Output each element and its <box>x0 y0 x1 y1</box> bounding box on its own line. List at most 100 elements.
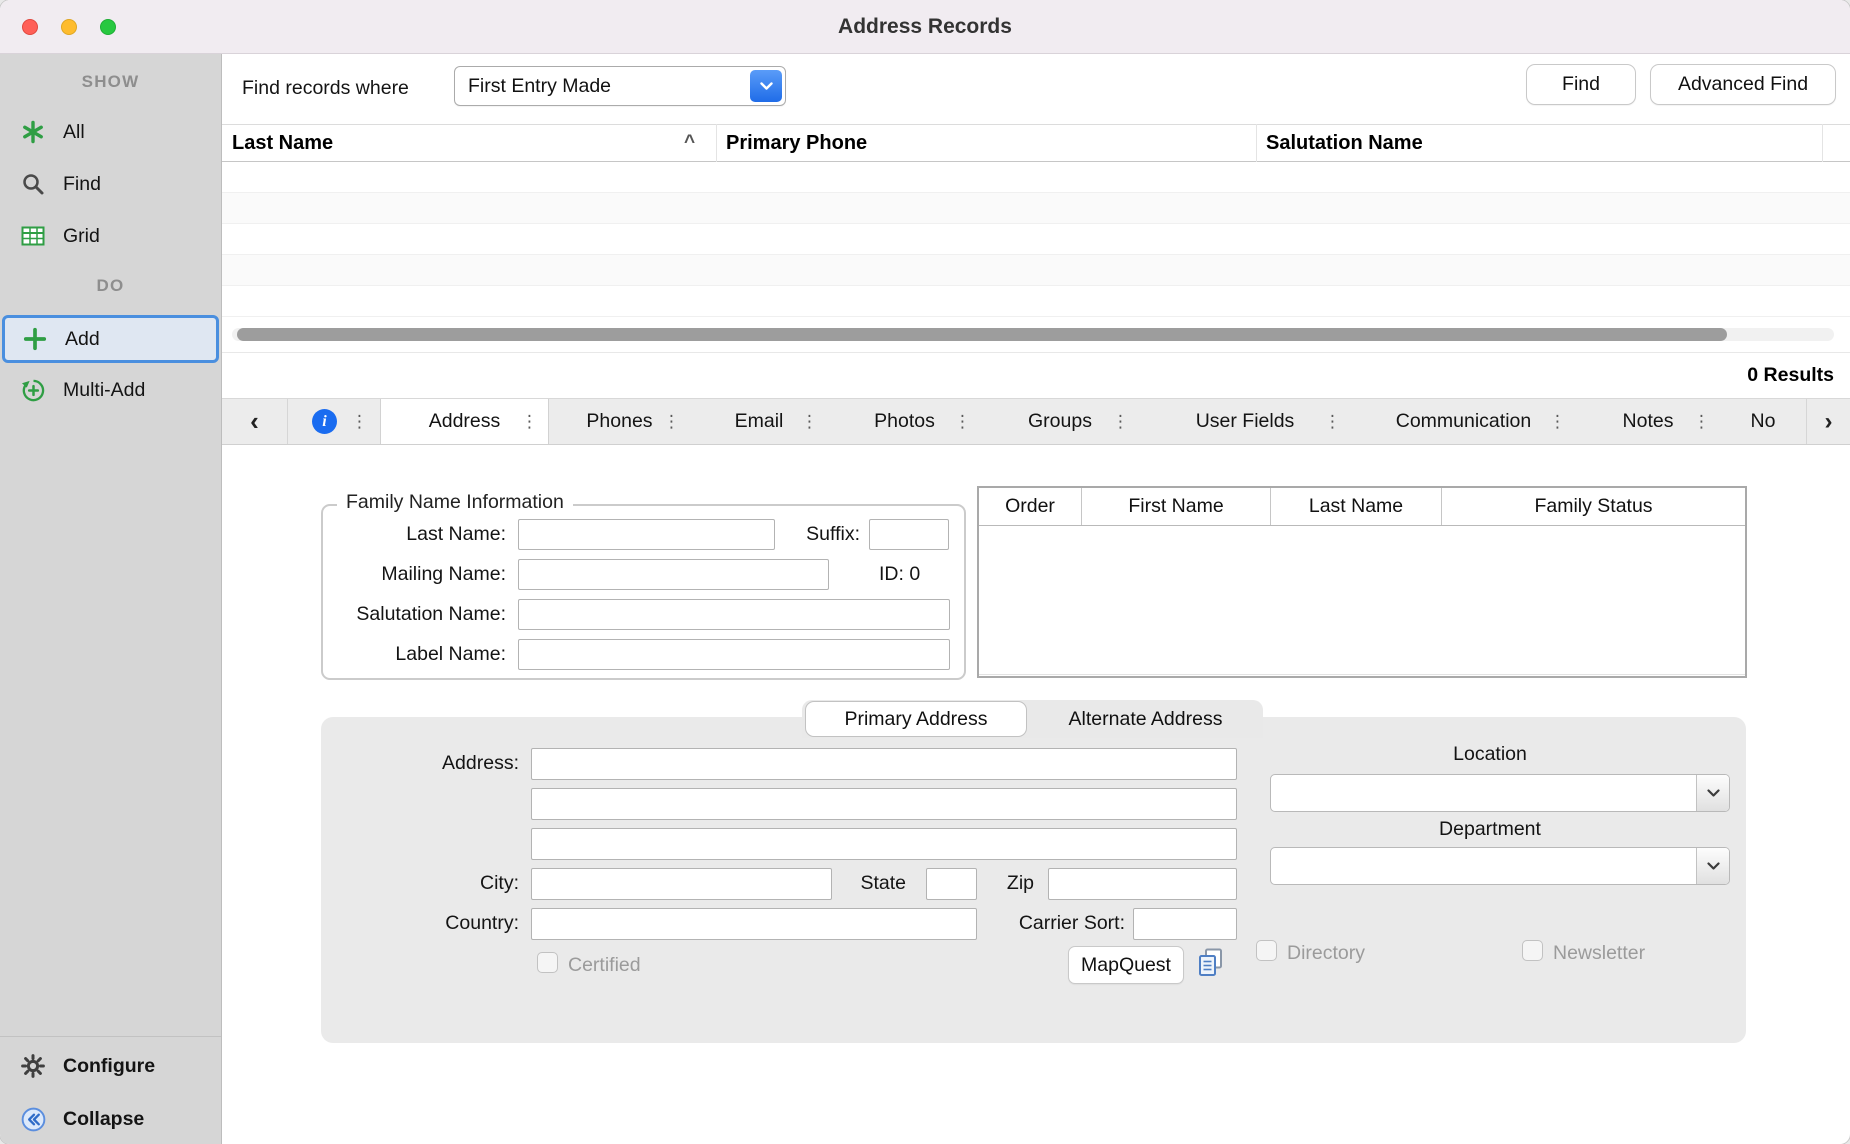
sidebar-item-label: All <box>63 121 85 144</box>
tabs-scroll-left-button[interactable]: ‹ <box>222 399 288 444</box>
sidebar-divider <box>0 1036 221 1037</box>
sidebar-item-label: Grid <box>63 225 100 248</box>
tab-menu-icon[interactable]: ⋮ <box>954 412 971 432</box>
tab-label: Notes <box>1623 410 1674 433</box>
horizontal-scrollbar-thumb[interactable] <box>237 328 1727 341</box>
address-line-3-field[interactable] <box>531 828 1237 860</box>
tab-menu-icon[interactable]: ⋮ <box>1112 412 1129 432</box>
address-line-2-field[interactable] <box>531 788 1237 820</box>
column-header-order: Order <box>979 488 1082 525</box>
country-field[interactable] <box>531 908 977 940</box>
tab-menu-icon[interactable]: ⋮ <box>663 412 680 432</box>
find-button[interactable]: Find <box>1526 64 1636 105</box>
tab-notes[interactable]: Notes ⋮ <box>1576 399 1720 444</box>
label-name-label: Label Name: <box>333 643 506 666</box>
gear-icon <box>19 1054 47 1078</box>
sidebar-item-multi-add[interactable]: Multi-Add <box>0 364 222 416</box>
find-criteria-dropdown[interactable]: First Entry Made <box>454 66 786 106</box>
family-name-information-group: Family Name Information Last Name: Suffi… <box>321 504 966 680</box>
certified-checkbox[interactable] <box>537 952 558 973</box>
record-id-text: ID: 0 <box>879 563 959 586</box>
last-name-field[interactable] <box>518 519 775 550</box>
tabs-scroll-right-button[interactable]: › <box>1806 399 1850 444</box>
info-icon: i <box>312 409 337 434</box>
sidebar-item-add[interactable]: Add <box>2 315 219 363</box>
address-line-1-field[interactable] <box>531 748 1237 780</box>
dropdown-chevron-icon <box>1696 775 1729 811</box>
state-label: State <box>841 872 906 895</box>
titlebar: Address Records <box>0 0 1850 54</box>
city-label: City: <box>359 872 519 895</box>
record-tab-bar: ‹ i ⋮ Address ⋮ Phones ⋮ Email ⋮ Photos … <box>222 398 1850 445</box>
copy-address-icon[interactable] <box>1197 948 1225 983</box>
suffix-field[interactable] <box>869 519 949 550</box>
tab-menu-icon[interactable]: ⋮ <box>801 412 818 432</box>
carrier-sort-field[interactable] <box>1133 908 1237 940</box>
tab-alternate-address[interactable]: Alternate Address <box>1028 701 1263 737</box>
tab-menu-icon[interactable]: ⋮ <box>1549 412 1566 432</box>
tab-info[interactable]: i ⋮ <box>288 399 380 444</box>
state-field[interactable] <box>926 868 977 900</box>
tab-email[interactable]: Email ⋮ <box>690 399 828 444</box>
sidebar-item-all[interactable]: All <box>0 106 222 158</box>
sidebar-item-grid[interactable]: Grid <box>0 210 222 262</box>
sidebar-section-show: SHOW <box>0 72 221 92</box>
tab-menu-icon[interactable]: ⋮ <box>1324 412 1341 432</box>
table-row <box>222 162 1850 193</box>
plus-icon <box>21 327 49 351</box>
mailing-name-label: Mailing Name: <box>333 563 506 586</box>
salutation-name-field[interactable] <box>518 599 950 630</box>
label-name-field[interactable] <box>518 639 950 670</box>
tab-photos[interactable]: Photos ⋮ <box>828 399 981 444</box>
location-label: Location <box>1390 743 1590 766</box>
sidebar-item-collapse[interactable]: Collapse <box>0 1093 222 1144</box>
tab-address[interactable]: Address ⋮ <box>380 399 549 444</box>
city-field[interactable] <box>531 868 832 900</box>
last-name-label: Last Name: <box>333 523 506 546</box>
column-header-primary-phone[interactable]: Primary Phone <box>726 125 867 162</box>
tab-label: Address <box>429 410 501 433</box>
primary-address-panel: Address: City: State Zip Country: Carrie… <box>321 717 1746 1043</box>
tab-groups[interactable]: Groups ⋮ <box>981 399 1139 444</box>
tab-label: No <box>1751 410 1776 433</box>
family-table-body[interactable] <box>979 526 1745 675</box>
tab-label: Phones <box>586 410 652 433</box>
column-header-last-name[interactable]: Last Name <box>232 125 333 162</box>
tab-user-fields[interactable]: User Fields ⋮ <box>1139 399 1351 444</box>
mapquest-button[interactable]: MapQuest <box>1068 946 1184 984</box>
directory-checkbox[interactable] <box>1256 940 1277 961</box>
sidebar-item-label: Add <box>65 328 100 351</box>
find-criteria-value: First Entry Made <box>468 67 611 105</box>
zip-field[interactable] <box>1048 868 1237 900</box>
tab-phones[interactable]: Phones ⋮ <box>549 399 690 444</box>
column-header-family-status: Family Status <box>1442 488 1745 525</box>
sidebar-section-do: DO <box>0 276 221 296</box>
department-label: Department <box>1390 818 1590 841</box>
asterisk-icon <box>19 120 47 144</box>
results-table-body <box>222 162 1850 318</box>
column-header-salutation-name[interactable]: Salutation Name <box>1266 125 1423 162</box>
tab-partial[interactable]: No <box>1720 399 1806 444</box>
tab-menu-icon[interactable]: ⋮ <box>1693 412 1710 432</box>
department-dropdown[interactable] <box>1270 847 1730 885</box>
tab-communication[interactable]: Communication ⋮ <box>1351 399 1576 444</box>
results-count: 0 Results <box>1747 364 1834 387</box>
results-separator <box>222 352 1850 353</box>
tab-menu-icon[interactable]: ⋮ <box>521 412 538 432</box>
tab-menu-icon[interactable]: ⋮ <box>351 412 368 432</box>
zip-label: Zip <box>986 872 1034 895</box>
sidebar-item-configure[interactable]: Configure <box>0 1040 222 1092</box>
mailing-name-field[interactable] <box>518 559 829 590</box>
advanced-find-button[interactable]: Advanced Find <box>1650 64 1836 105</box>
chevron-left-icon: ‹ <box>250 406 259 437</box>
family-table-header: Order First Name Last Name Family Status <box>979 488 1745 526</box>
newsletter-label: Newsletter <box>1553 942 1645 965</box>
sidebar-item-find[interactable]: Find <box>0 158 222 210</box>
tab-primary-address[interactable]: Primary Address <box>805 701 1027 737</box>
location-dropdown[interactable] <box>1270 774 1730 812</box>
grid-icon <box>19 226 47 246</box>
sort-ascending-icon[interactable]: ^ <box>684 124 695 161</box>
group-legend: Family Name Information <box>337 491 573 514</box>
newsletter-checkbox[interactable] <box>1522 940 1543 961</box>
sidebar-item-label: Collapse <box>63 1108 144 1131</box>
